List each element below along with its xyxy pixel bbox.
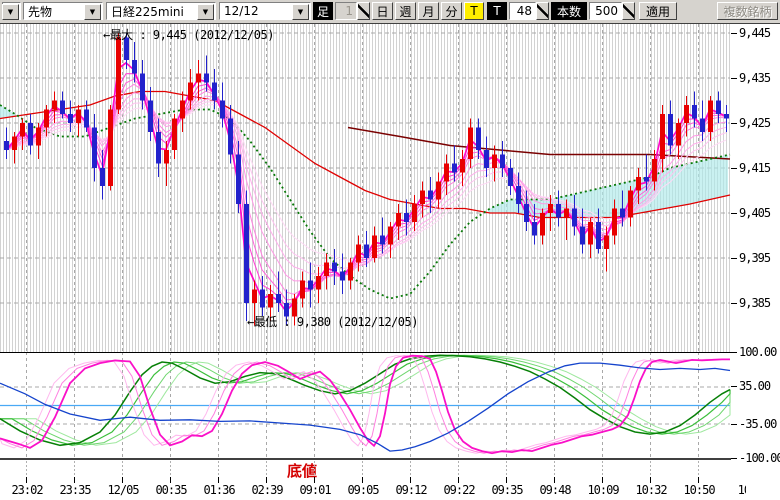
bar-interval-spinner-icon[interactable] [357,2,370,20]
contract-month-value: 12/12 [224,4,259,18]
contract-month-select[interactable]: 12/12 ▼ [219,2,311,20]
tick-size-input[interactable]: 48 [509,2,536,20]
osc-pink-lines [0,356,730,454]
axis-tick [731,352,737,353]
time-axis-label: 09:22 [436,483,482,497]
time-axis-label: 10: [724,483,746,497]
bar-count-spinner-icon[interactable] [622,2,635,20]
tick-size-label: T [487,2,507,20]
axis-tick [731,386,737,387]
price-axis-label: 9,445 [739,26,770,40]
time-axis-label: 09:05 [340,483,386,497]
mini-dropdown[interactable]: ▼ [2,2,21,20]
candlestick-chart [0,24,732,352]
bar-count-label: 本数 [551,2,587,20]
time-axis-label: 12/05 [100,483,146,497]
axis-tick [731,258,737,259]
price-axis-label: 9,405 [739,206,770,220]
symbol-select-value: 日経225mini [111,3,184,20]
price-axis-label: 9,385 [739,296,770,310]
axis-grid-stub [314,461,315,476]
bar-interval-input[interactable]: 1 [335,2,357,20]
axis-grid-stub [362,461,363,476]
osc-blue-line [0,363,730,451]
symbol-select[interactable]: 日経225mini ▼ [106,2,216,20]
osc-axis-label: -35.00 [739,417,776,431]
period-tick-button[interactable]: T [464,2,484,20]
time-axis-label: 09:35 [484,483,530,497]
time-axis-label: 23:35 [52,483,98,497]
x-axis: 底値 23:0223:3512/0500:3501:3602:3909:0109… [0,460,746,500]
axis-tick [731,123,737,124]
axis-grid-stub [266,461,267,476]
price-axis-label: 9,435 [739,71,770,85]
axis-grid-stub [554,461,555,476]
axis-grid-stub [506,461,507,476]
time-axis-label: 09:48 [532,483,578,497]
axis-grid-stub [218,461,219,476]
y-axis: 9,445 9,435 9,425 9,415 9,405 9,395 9,385 100.0… [731,24,780,460]
bar-type-label: 足 [313,2,333,20]
main-chart-plot[interactable] [0,24,732,352]
time-axis-label: 10:32 [628,483,674,497]
market-select[interactable]: 先物 ▼ [23,2,103,20]
time-axis-label: 02:39 [244,483,290,497]
chevron-down-icon[interactable]: ▼ [292,4,309,20]
price-axis-label: 9,415 [739,161,770,175]
axis-grid-stub [74,461,75,476]
period-week-button[interactable]: 週 [395,2,416,20]
chevron-down-icon[interactable]: ▼ [84,4,101,20]
axis-grid-stub [458,461,459,476]
oscillator-chart [0,352,732,460]
axis-grid-stub [170,461,171,476]
time-axis-label: 10:09 [580,483,626,497]
time-axis-label: 10:50 [676,483,722,497]
axis-tick [731,168,737,169]
apply-button[interactable]: 適用 [639,2,677,20]
time-axis-label: 09:12 [388,483,434,497]
axis-grid-stub [410,461,411,476]
period-minute-button[interactable]: 分 [441,2,462,20]
axis-tick [731,213,737,214]
candles-layer [4,33,729,326]
time-axis-label: 01:36 [196,483,242,497]
axis-grid-stub [602,461,603,476]
time-axis-label: 23:02 [4,483,50,497]
time-axis-label: 09:01 [292,483,338,497]
axis-grid-stub [26,461,27,476]
axis-grid-stub [122,461,123,476]
axis-tick [731,33,737,34]
osc-axis-label: 100.00 [739,345,776,359]
chart-app: ▼ 先物 ▼ 日経225mini ▼ 12/12 ▼ 足 1 日 週 月 分 T… [0,0,780,500]
price-axis-label: 9,395 [739,251,770,265]
axis-tick [731,78,737,79]
multi-symbol-button[interactable]: 複数銘柄 [717,2,778,20]
toolbar: ▼ 先物 ▼ 日経225mini ▼ 12/12 ▼ 足 1 日 週 月 分 T… [0,0,780,24]
tick-size-spinner-icon[interactable] [536,2,549,20]
axis-grid-stub [698,461,699,476]
axis-tick [731,303,737,304]
bar-count-input[interactable]: 500 [589,2,622,20]
max-price-annotation: ←最大 : 9,445 (2012/12/05) [103,26,274,43]
osc-axis-label: 35.00 [739,379,770,393]
axis-tick [731,458,737,459]
min-price-annotation: ←最低 : 9,380 (2012/12/05) [247,313,418,330]
market-select-value: 先物 [28,3,52,20]
bottom-price-label: 底値 [287,460,317,481]
chevron-down-icon[interactable]: ▼ [197,4,214,20]
price-axis-label: 9,425 [739,116,770,130]
period-day-button[interactable]: 日 [372,2,393,20]
axis-grid-stub [650,461,651,476]
axis-tick [731,424,737,425]
chevron-down-icon[interactable]: ▼ [2,4,19,20]
oscillator-plot[interactable] [0,352,732,460]
period-month-button[interactable]: 月 [418,2,439,20]
time-axis-label: 00:35 [148,483,194,497]
